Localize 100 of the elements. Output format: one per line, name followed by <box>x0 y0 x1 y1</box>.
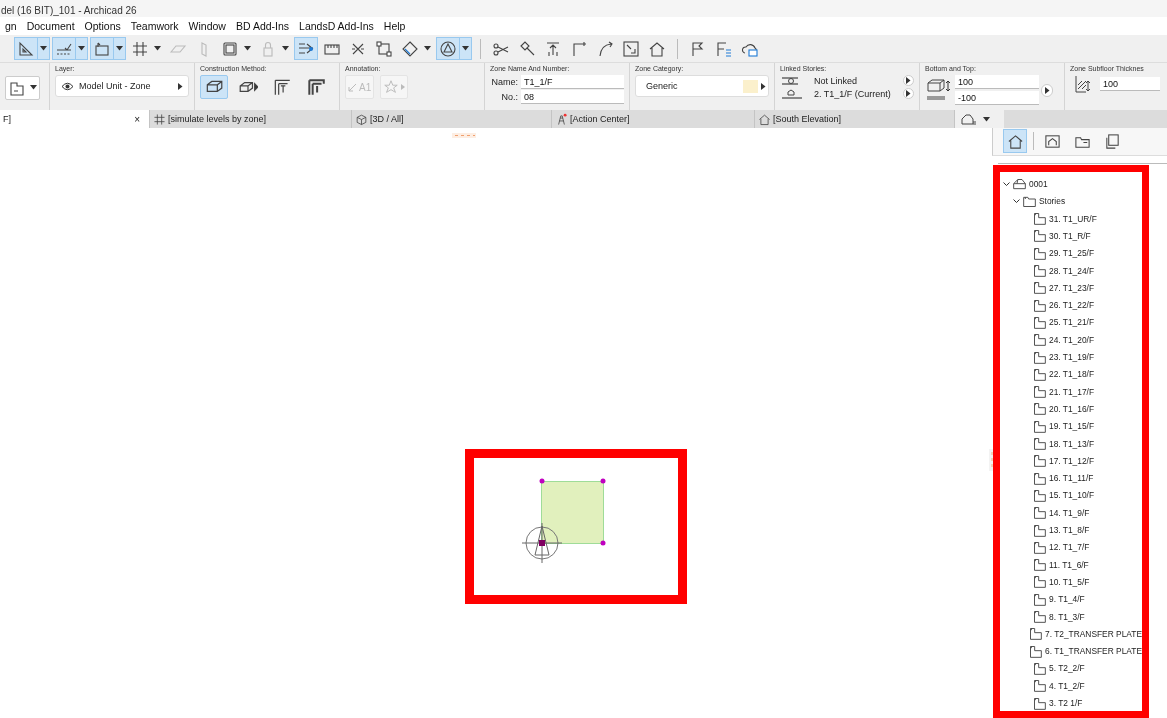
arrow-icon <box>348 82 357 92</box>
floor-plan-icon <box>1032 505 1047 521</box>
chevron-down-icon[interactable] <box>1012 198 1020 204</box>
tree-item[interactable]: 13. T1_8/F <box>1022 521 1142 539</box>
tree-item[interactable]: 0001 <box>1002 175 1142 193</box>
menu-item[interactable]: Document <box>21 20 80 32</box>
frame-icon <box>272 77 292 97</box>
tree-item[interactable]: 14. T1_9/F <box>1022 504 1142 522</box>
view-tab[interactable]: F] × <box>0 110 150 128</box>
chevron-down-icon[interactable] <box>1002 181 1010 187</box>
floor-plan-icon <box>1032 660 1047 676</box>
tree-item[interactable]: 19. T1_15/F <box>1022 417 1142 435</box>
tree-item[interactable]: 6. T1_TRANSFER PLATE <box>1022 642 1142 660</box>
tree-item[interactable]: 12. T1_7/F <box>1022 538 1142 556</box>
number-field[interactable]: 08 <box>521 90 624 104</box>
floor-plan-icon <box>1032 263 1047 279</box>
tree-item[interactable]: 21. T1_17/F <box>1022 383 1142 401</box>
tool-button[interactable] <box>14 37 50 60</box>
tree-item[interactable]: 22. T1_18/F <box>1022 365 1142 383</box>
house-icon <box>758 112 771 126</box>
tree-item[interactable]: 16. T1_11/F <box>1022 469 1142 487</box>
tree-item[interactable]: 31. T1_UR/F <box>1022 210 1142 228</box>
tree-item[interactable]: 17. T1_12/F <box>1022 452 1142 470</box>
tool-button[interactable] <box>436 37 472 60</box>
caret-icon[interactable] <box>761 82 766 90</box>
tree-item[interactable]: 26. T1_22/F <box>1022 296 1142 314</box>
caret-icon[interactable] <box>30 85 37 90</box>
menu-item[interactable]: Window <box>183 20 231 32</box>
category-dropdown[interactable]: Generic <box>635 75 769 97</box>
zone-polygon[interactable] <box>539 478 606 546</box>
tree-item[interactable]: 15. T1_10/F <box>1022 486 1142 505</box>
floor-plan-icon <box>1032 211 1047 227</box>
curve-icon <box>596 39 614 58</box>
menu-item[interactable]: gn <box>0 20 22 32</box>
eye-icon <box>61 81 74 91</box>
floor-plan-icon <box>1032 436 1047 452</box>
menu-item[interactable]: Options <box>79 20 126 32</box>
resize-box-icon <box>622 39 640 58</box>
tool-button[interactable] <box>90 37 126 60</box>
linked-story-text: 2. T1_1/F (Current) <box>814 88 892 99</box>
tree-item[interactable]: Stories <box>1012 192 1142 211</box>
menu-item[interactable]: Help <box>378 20 411 32</box>
tree-item[interactable]: 30. T1_R/F <box>1022 227 1142 245</box>
menu-item[interactable]: LandsD Add-Ins <box>294 20 379 32</box>
thickness-field[interactable]: 100 <box>1100 77 1160 91</box>
square-icon <box>221 39 239 58</box>
diamond-icon <box>401 39 419 58</box>
tree-item[interactable]: 29. T1_25/F <box>1022 244 1142 262</box>
tree-item[interactable]: 10. T1_5/F <box>1022 573 1142 591</box>
floor-plan-icon <box>1032 470 1047 486</box>
zone-stamp-icon[interactable] <box>521 522 563 564</box>
menu-item[interactable]: BD Add-Ins <box>230 20 295 32</box>
tree-item[interactable]: 11. T1_6/F <box>1022 556 1142 574</box>
tree-item[interactable]: 25. T1_21/F <box>1022 313 1142 332</box>
tree-item[interactable]: 28. T1_24/F <box>1022 261 1142 280</box>
caret-icon[interactable] <box>178 82 183 90</box>
caret-icon[interactable] <box>983 116 990 122</box>
story-level-icon <box>780 88 804 99</box>
linked-story-text: Not Linked <box>814 75 859 86</box>
element-type-button[interactable] <box>5 75 40 100</box>
flag-list-icon <box>715 39 733 58</box>
floor-plan-icon <box>1032 384 1047 400</box>
layer-dropdown[interactable]: Model Unit - Zone <box>55 75 189 97</box>
caret-icon <box>282 46 289 51</box>
navigator-tab[interactable] <box>1003 129 1027 154</box>
height-field[interactable]: 100 <box>955 75 1039 89</box>
stack-icon <box>1103 132 1121 150</box>
tree-item[interactable]: 9. T1_4/F <box>1022 590 1142 608</box>
house-outline-icon <box>1012 176 1027 192</box>
cube-icon <box>355 112 368 126</box>
field-label: No.: <box>501 92 518 102</box>
floor-plan-icon <box>1032 401 1047 417</box>
tree-item[interactable]: 8. T1_3/F <box>1022 607 1142 626</box>
tree-item[interactable]: 23. T1_19/F <box>1022 348 1142 366</box>
house-list-icon[interactable] <box>961 113 977 125</box>
method-button[interactable] <box>200 75 228 99</box>
close-button[interactable]: × <box>128 113 146 125</box>
tree-item[interactable]: 5. T2_2/F <box>1022 659 1142 678</box>
grip-handle-icon[interactable] <box>452 133 476 138</box>
floor-plan-icon <box>1032 591 1047 607</box>
tree-item[interactable]: 18. T1_13/F <box>1022 434 1142 453</box>
floor-plan-icon <box>1032 574 1047 590</box>
menu-item[interactable]: Teamwork <box>125 20 184 32</box>
tree-item[interactable]: 4. T1_2/F <box>1022 677 1142 695</box>
floor-plan-icon <box>1032 228 1047 244</box>
tool-button[interactable] <box>294 37 318 60</box>
window-title: del (16 BIT)_101 - Archicad 26 <box>0 5 138 17</box>
tree-item[interactable]: 27. T1_23/F <box>1022 279 1142 297</box>
tree-item[interactable]: 20. T1_16/F <box>1022 400 1142 418</box>
tool-button[interactable] <box>52 37 88 60</box>
tree-item[interactable]: 7. T2_TRANSFER PLATE <box>1022 625 1142 643</box>
tree-item[interactable]: 24. T1_20/F <box>1022 331 1142 349</box>
name-field[interactable]: T1_1/F <box>521 75 624 89</box>
floor-plan-icon <box>1032 418 1047 434</box>
arrow-up-icon <box>544 39 562 58</box>
tree-item[interactable]: 3. T2 1/F <box>1022 694 1142 711</box>
height-field[interactable]: -100 <box>955 91 1039 105</box>
floor-plan-icon <box>1032 314 1047 330</box>
slab-height-icon <box>925 77 953 103</box>
floor-plan-icon <box>1028 643 1044 659</box>
